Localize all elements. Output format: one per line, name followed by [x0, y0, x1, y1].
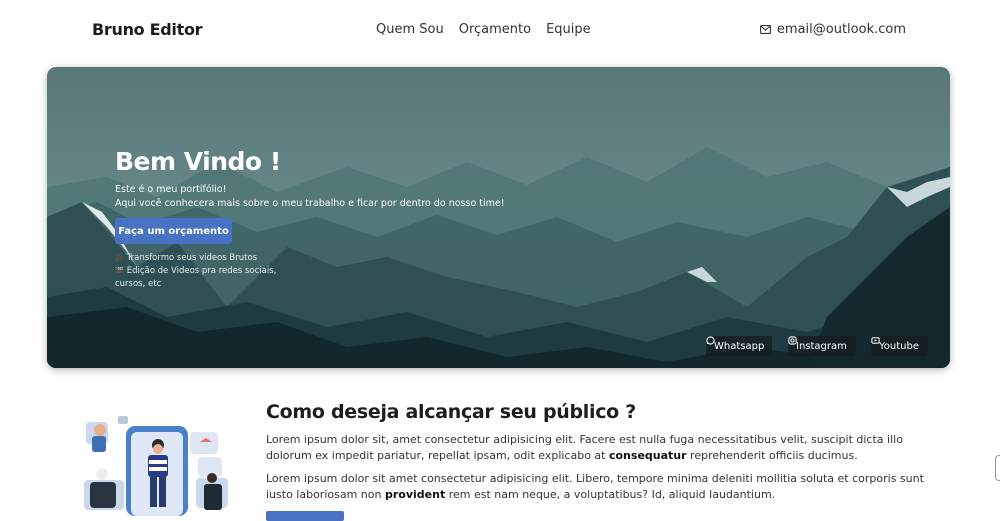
envelope-icon — [759, 25, 771, 34]
youtube-label: Youtube — [879, 340, 919, 352]
note-item: 🎬 Edição de Videos pra redes sociais, cur… — [115, 265, 295, 291]
hero-subtitle: Este é o meu portifólio! Aqui você conhe… — [115, 183, 505, 211]
section-action-button[interactable] — [266, 511, 344, 521]
youtube-icon — [871, 337, 880, 344]
paragraph-1-bold: consequatur — [608, 449, 687, 462]
section-paragraph-1: Lorem ipsum dolor sit, amet consectetur … — [266, 432, 946, 464]
hero-subtitle-line1: Este é o meu portifólio! — [115, 184, 227, 195]
paragraph-1-text-b: reprehenderit officiis ducimus. — [686, 449, 858, 462]
nav-link-quem-sou[interactable]: Quem Sou — [376, 22, 444, 37]
email-link[interactable]: email@outlook.com — [759, 22, 906, 37]
nav-link-orcamento[interactable]: Orçamento — [459, 22, 531, 37]
whatsapp-label: Whatsapp — [714, 340, 765, 352]
instagram-label: Instagram — [796, 340, 847, 352]
email-text: email@outlook.com — [776, 22, 906, 37]
instagram-icon — [788, 336, 797, 345]
note-text-2: Edição de Videos pra redes sociais, curs… — [115, 266, 277, 289]
paragraph-2-bold: provident — [384, 488, 446, 501]
note-item: 🎥 Transformo seus videos Brutos — [115, 252, 295, 265]
request-quote-button[interactable]: Faça um orçamento — [115, 218, 232, 244]
hero-title: Bem Vindo ! — [115, 147, 281, 176]
instagram-button[interactable]: Instagram — [788, 336, 855, 356]
section-title: Como deseja alcançar seu público ? — [266, 401, 636, 423]
note-text-1: Transformo seus videos Brutos — [126, 253, 258, 263]
paragraph-2-text-b: rem est nam neque, a voluptatibus? Id, a… — [445, 488, 776, 501]
youtube-button[interactable]: Youtube — [871, 336, 927, 356]
whatsapp-icon — [706, 336, 715, 345]
hero-subtitle-line2: Aqui você conhecera mais sobre o meu tra… — [115, 198, 505, 209]
film-icon: 🎬 — [115, 267, 124, 275]
video-camera-icon: 🎥 — [115, 254, 124, 262]
top-navbar: Bruno Editor Quem Sou Orçamento Equipe e… — [0, 0, 1000, 62]
scroll-handle[interactable] — [995, 455, 1000, 481]
hero-banner: Bem Vindo ! Este é o meu portifólio! Aqu… — [47, 67, 950, 368]
hero-notes: 🎥 Transformo seus videos Brutos 🎬 Edição d… — [115, 252, 295, 291]
nav-link-equipe[interactable]: Equipe — [546, 22, 591, 37]
whatsapp-button[interactable]: Whatsapp — [706, 336, 773, 356]
brand-logo[interactable]: Bruno Editor — [92, 20, 203, 39]
section-paragraph-2: Lorem ipsum dolor sit amet consectetur a… — [266, 471, 946, 503]
nav-menu: Quem Sou Orçamento Equipe — [376, 22, 591, 37]
marketing-illustration — [84, 416, 228, 516]
